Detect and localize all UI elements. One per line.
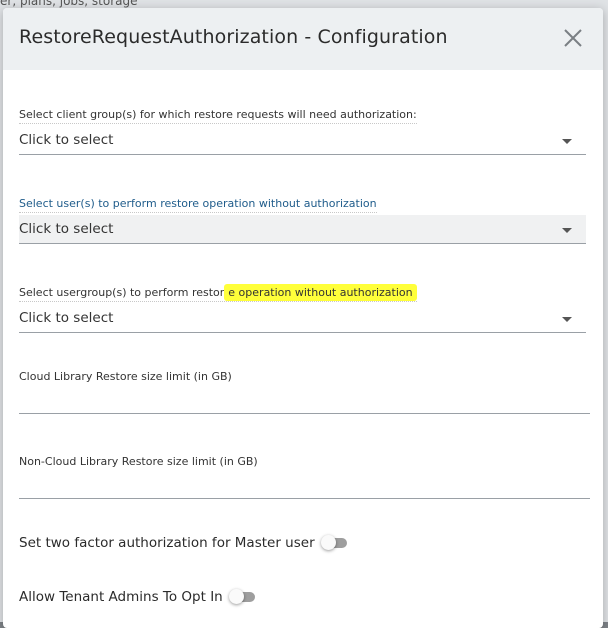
background-top-text: er, plans, jobs, storage [0,0,138,8]
cloud-limit-label: Cloud Library Restore size limit (in GB) [19,370,232,383]
usergroups-label-text: Select usergroup(s) to perform restor [19,286,225,299]
client-group-label: Select client group(s) for which restore… [19,108,417,124]
caret-down-icon [562,317,572,322]
usergroups-select-value: Click to select [19,310,114,326]
dialog-title: RestoreRequestAuthorization - Configurat… [19,26,448,48]
configuration-dialog: RestoreRequestAuthorization - Configurat… [3,8,603,628]
usergroups-label: Select usergroup(s) to perform restor e o… [19,284,417,302]
toggle-knob [320,535,336,550]
users-select[interactable]: Click to select [19,215,586,244]
cloud-limit-input[interactable] [19,383,590,414]
cloud-limit-field: Cloud Library Restore size limit (in GB) [19,370,590,414]
two-factor-toggle[interactable] [320,535,347,550]
client-group-select-value: Click to select [19,132,114,148]
client-group-field: Select client group(s) for which restore… [19,103,586,155]
toggle-knob [228,589,244,604]
users-label: Select user(s) to perform restore operat… [19,197,377,213]
users-field: Select user(s) to perform restore operat… [19,192,586,244]
noncloud-limit-label: Non-Cloud Library Restore size limit (in… [19,455,258,468]
tenant-admins-label: Allow Tenant Admins To Opt In [19,589,223,605]
two-factor-label: Set two factor authorization for Master … [19,535,315,551]
two-factor-row: Set two factor authorization for Master … [19,535,347,551]
dialog-header: RestoreRequestAuthorization - Configurat… [3,8,603,70]
users-select-value: Click to select [19,221,114,237]
caret-down-icon [562,139,572,144]
tenant-admins-toggle[interactable] [228,589,255,604]
usergroups-select[interactable]: Click to select [19,304,586,333]
tenant-admins-row: Allow Tenant Admins To Opt In [19,589,255,605]
usergroups-label-highlight: e operation without authorization [224,284,417,301]
close-icon [564,29,582,47]
noncloud-limit-field: Non-Cloud Library Restore size limit (in… [19,455,590,499]
close-button[interactable] [561,26,585,50]
usergroups-field: Select usergroup(s) to perform restor e o… [19,281,586,333]
caret-down-icon [562,228,572,233]
client-group-select[interactable]: Click to select [19,126,586,155]
noncloud-limit-input[interactable] [19,468,590,499]
